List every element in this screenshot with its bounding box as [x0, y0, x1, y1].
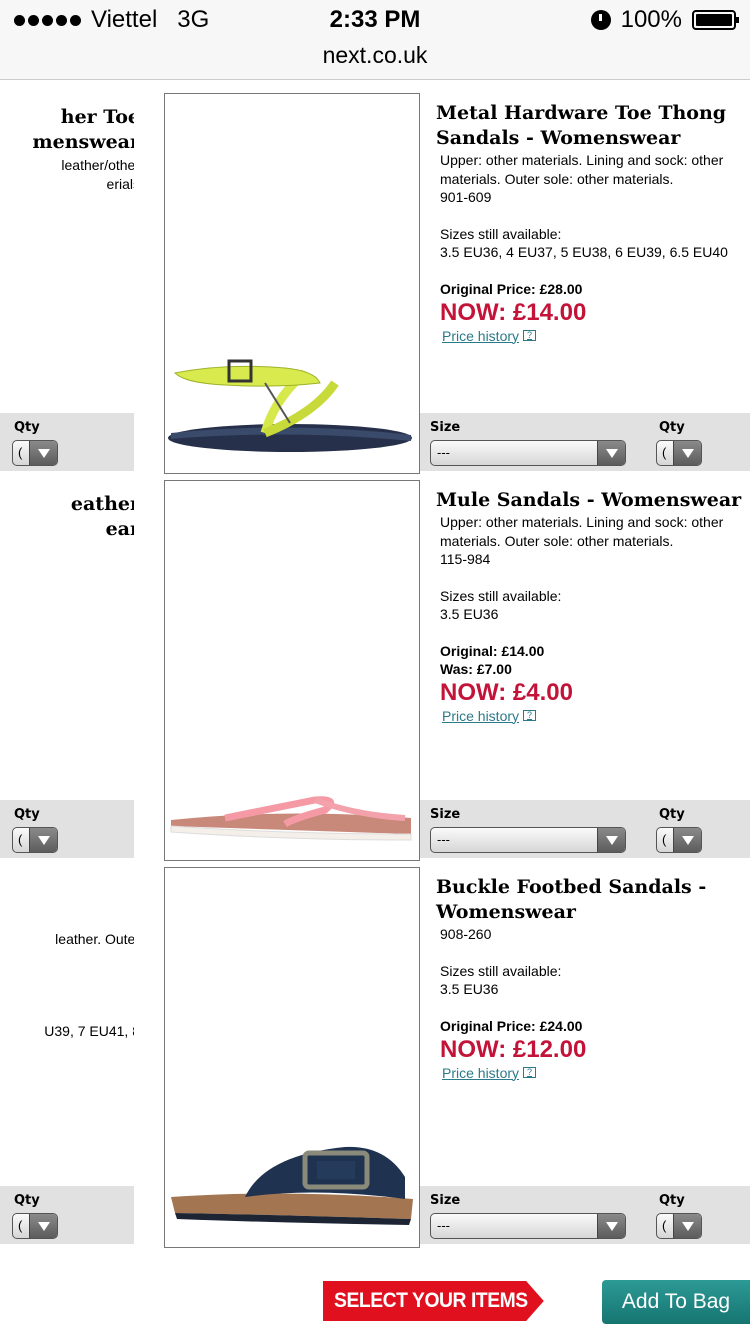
chevron-down-icon[interactable] [29, 1214, 57, 1238]
qty-select[interactable]: ( [12, 440, 58, 466]
qty-label: Qty [14, 1193, 40, 1208]
qty-select[interactable]: ( [656, 1213, 702, 1239]
qty-select[interactable]: ( [12, 827, 58, 853]
product-code: 908-260 [440, 926, 492, 942]
price-history-link[interactable]: Price history? [436, 328, 537, 344]
product-info: Buckle Footbed Sandals - Womenswear 908-… [436, 875, 746, 1083]
sizes-available: 3.5 EU36 [440, 606, 499, 622]
select-items-banner: SELECT YOUR ITEMS & [323, 1281, 544, 1321]
product-code: 115-984 [440, 551, 491, 567]
now-price: NOW: £12.00 [440, 1035, 587, 1063]
sizes-label: Sizes still available: [440, 962, 562, 979]
chevron-down-icon[interactable] [29, 828, 57, 852]
help-icon[interactable]: ? [523, 330, 537, 341]
size-label: Size [430, 807, 461, 822]
size-select[interactable]: --- [430, 1213, 626, 1239]
size-select[interactable]: --- [430, 827, 626, 853]
original-price: Original Price: £24.00 [440, 1017, 583, 1034]
product-info: Mule Sandals - Womenswear Upper: other m… [436, 488, 746, 726]
product-row: eather ear Mule Sandals - Womenswear Upp… [0, 480, 750, 865]
size-label: Size [430, 420, 461, 435]
qty-label: Qty [14, 420, 40, 435]
product-row: leather. Outer U39, 7 EU41, 8 Buckle Foo… [0, 867, 750, 1252]
chevron-down-icon[interactable] [597, 828, 625, 852]
status-right: 100% [590, 6, 739, 34]
price-history-link[interactable]: Price history? [436, 1065, 537, 1081]
chevron-down-icon[interactable] [673, 828, 701, 852]
left-qty-strip: Qty ( [0, 1186, 134, 1244]
chevron-down-icon[interactable] [673, 441, 701, 465]
qty-select[interactable]: ( [656, 440, 702, 466]
url-bar[interactable]: next.co.uk [0, 40, 750, 80]
chevron-down-icon[interactable] [597, 441, 625, 465]
left-product-title: her Toe menswear [32, 106, 134, 153]
product-image[interactable] [164, 480, 420, 861]
alarm-icon [590, 10, 611, 30]
original-price: Original Price: £28.00 [440, 280, 583, 297]
qty-select[interactable]: ( [12, 1213, 58, 1239]
left-qty-strip: Qty ( [0, 413, 134, 471]
url-text[interactable]: next.co.uk [323, 42, 428, 68]
add-to-bag-button[interactable]: Add To Bag [602, 1280, 750, 1324]
original-price: Original: £14.00 [440, 642, 545, 659]
product-title[interactable]: Buckle Footbed Sandals - Womenswear [436, 875, 746, 925]
now-price: NOW: £4.00 [440, 678, 573, 706]
sizes-label: Sizes still available: [440, 225, 562, 242]
price-history-link[interactable]: Price history? [436, 708, 537, 724]
product-image[interactable] [164, 93, 420, 474]
left-product-desc: leather. Outer [55, 931, 134, 947]
size-label: Size [430, 1193, 461, 1208]
left-product-title: eather ear [70, 493, 134, 540]
product-info: Metal Hardware Toe Thong Sandals - Women… [436, 101, 746, 346]
left-product-desc: leather/other erials [61, 157, 134, 192]
qty-select[interactable]: ( [656, 827, 702, 853]
help-icon[interactable]: ? [523, 1067, 537, 1078]
pink-flip-flop-image [170, 796, 412, 841]
sizes-available: 3.5 EU36, 4 EU37, 5 EU38, 6 EU39, 6.5 EU… [440, 244, 728, 260]
chevron-down-icon[interactable] [29, 441, 57, 465]
product-title[interactable]: Mule Sandals - Womenswear [436, 488, 746, 513]
navy-buckle-footbed-sandal-image [171, 1146, 413, 1225]
options-strip: Size --- Qty ( [420, 1186, 750, 1244]
product-description: Upper: other materials. Lining and sock:… [440, 514, 724, 549]
left-product-sizes: U39, 7 EU41, 8 [44, 1023, 134, 1039]
product-row: her Toe menswear leather/other erials Me… [0, 93, 750, 478]
sizes-label: Sizes still available: [440, 587, 562, 604]
left-qty-strip: Qty ( [0, 800, 134, 858]
chevron-down-icon[interactable] [673, 1214, 701, 1238]
product-description: Upper: other materials. Lining and sock:… [440, 152, 724, 187]
help-icon[interactable]: ? [523, 710, 537, 721]
qty-label: Qty [14, 807, 40, 822]
status-bar: Viettel 3G 2:33 PM 100% [0, 0, 750, 40]
battery-percent: 100% [620, 6, 682, 33]
now-price: NOW: £14.00 [440, 298, 587, 326]
sizes-available: 3.5 EU36 [440, 981, 499, 997]
qty-label: Qty [659, 1193, 685, 1208]
options-strip: Size --- Qty ( [420, 413, 750, 471]
product-image[interactable] [164, 867, 420, 1248]
was-price: Was: £7.00 [440, 660, 512, 677]
chevron-down-icon[interactable] [597, 1214, 625, 1238]
qty-label: Qty [659, 807, 685, 822]
size-select[interactable]: --- [430, 440, 626, 466]
product-code: 901-609 [440, 189, 492, 205]
lime-thong-sandal-image [168, 359, 412, 452]
product-title[interactable]: Metal Hardware Toe Thong Sandals - Women… [436, 101, 746, 151]
battery-icon [692, 10, 739, 30]
qty-label: Qty [659, 420, 685, 435]
options-strip: Size --- Qty ( [420, 800, 750, 858]
